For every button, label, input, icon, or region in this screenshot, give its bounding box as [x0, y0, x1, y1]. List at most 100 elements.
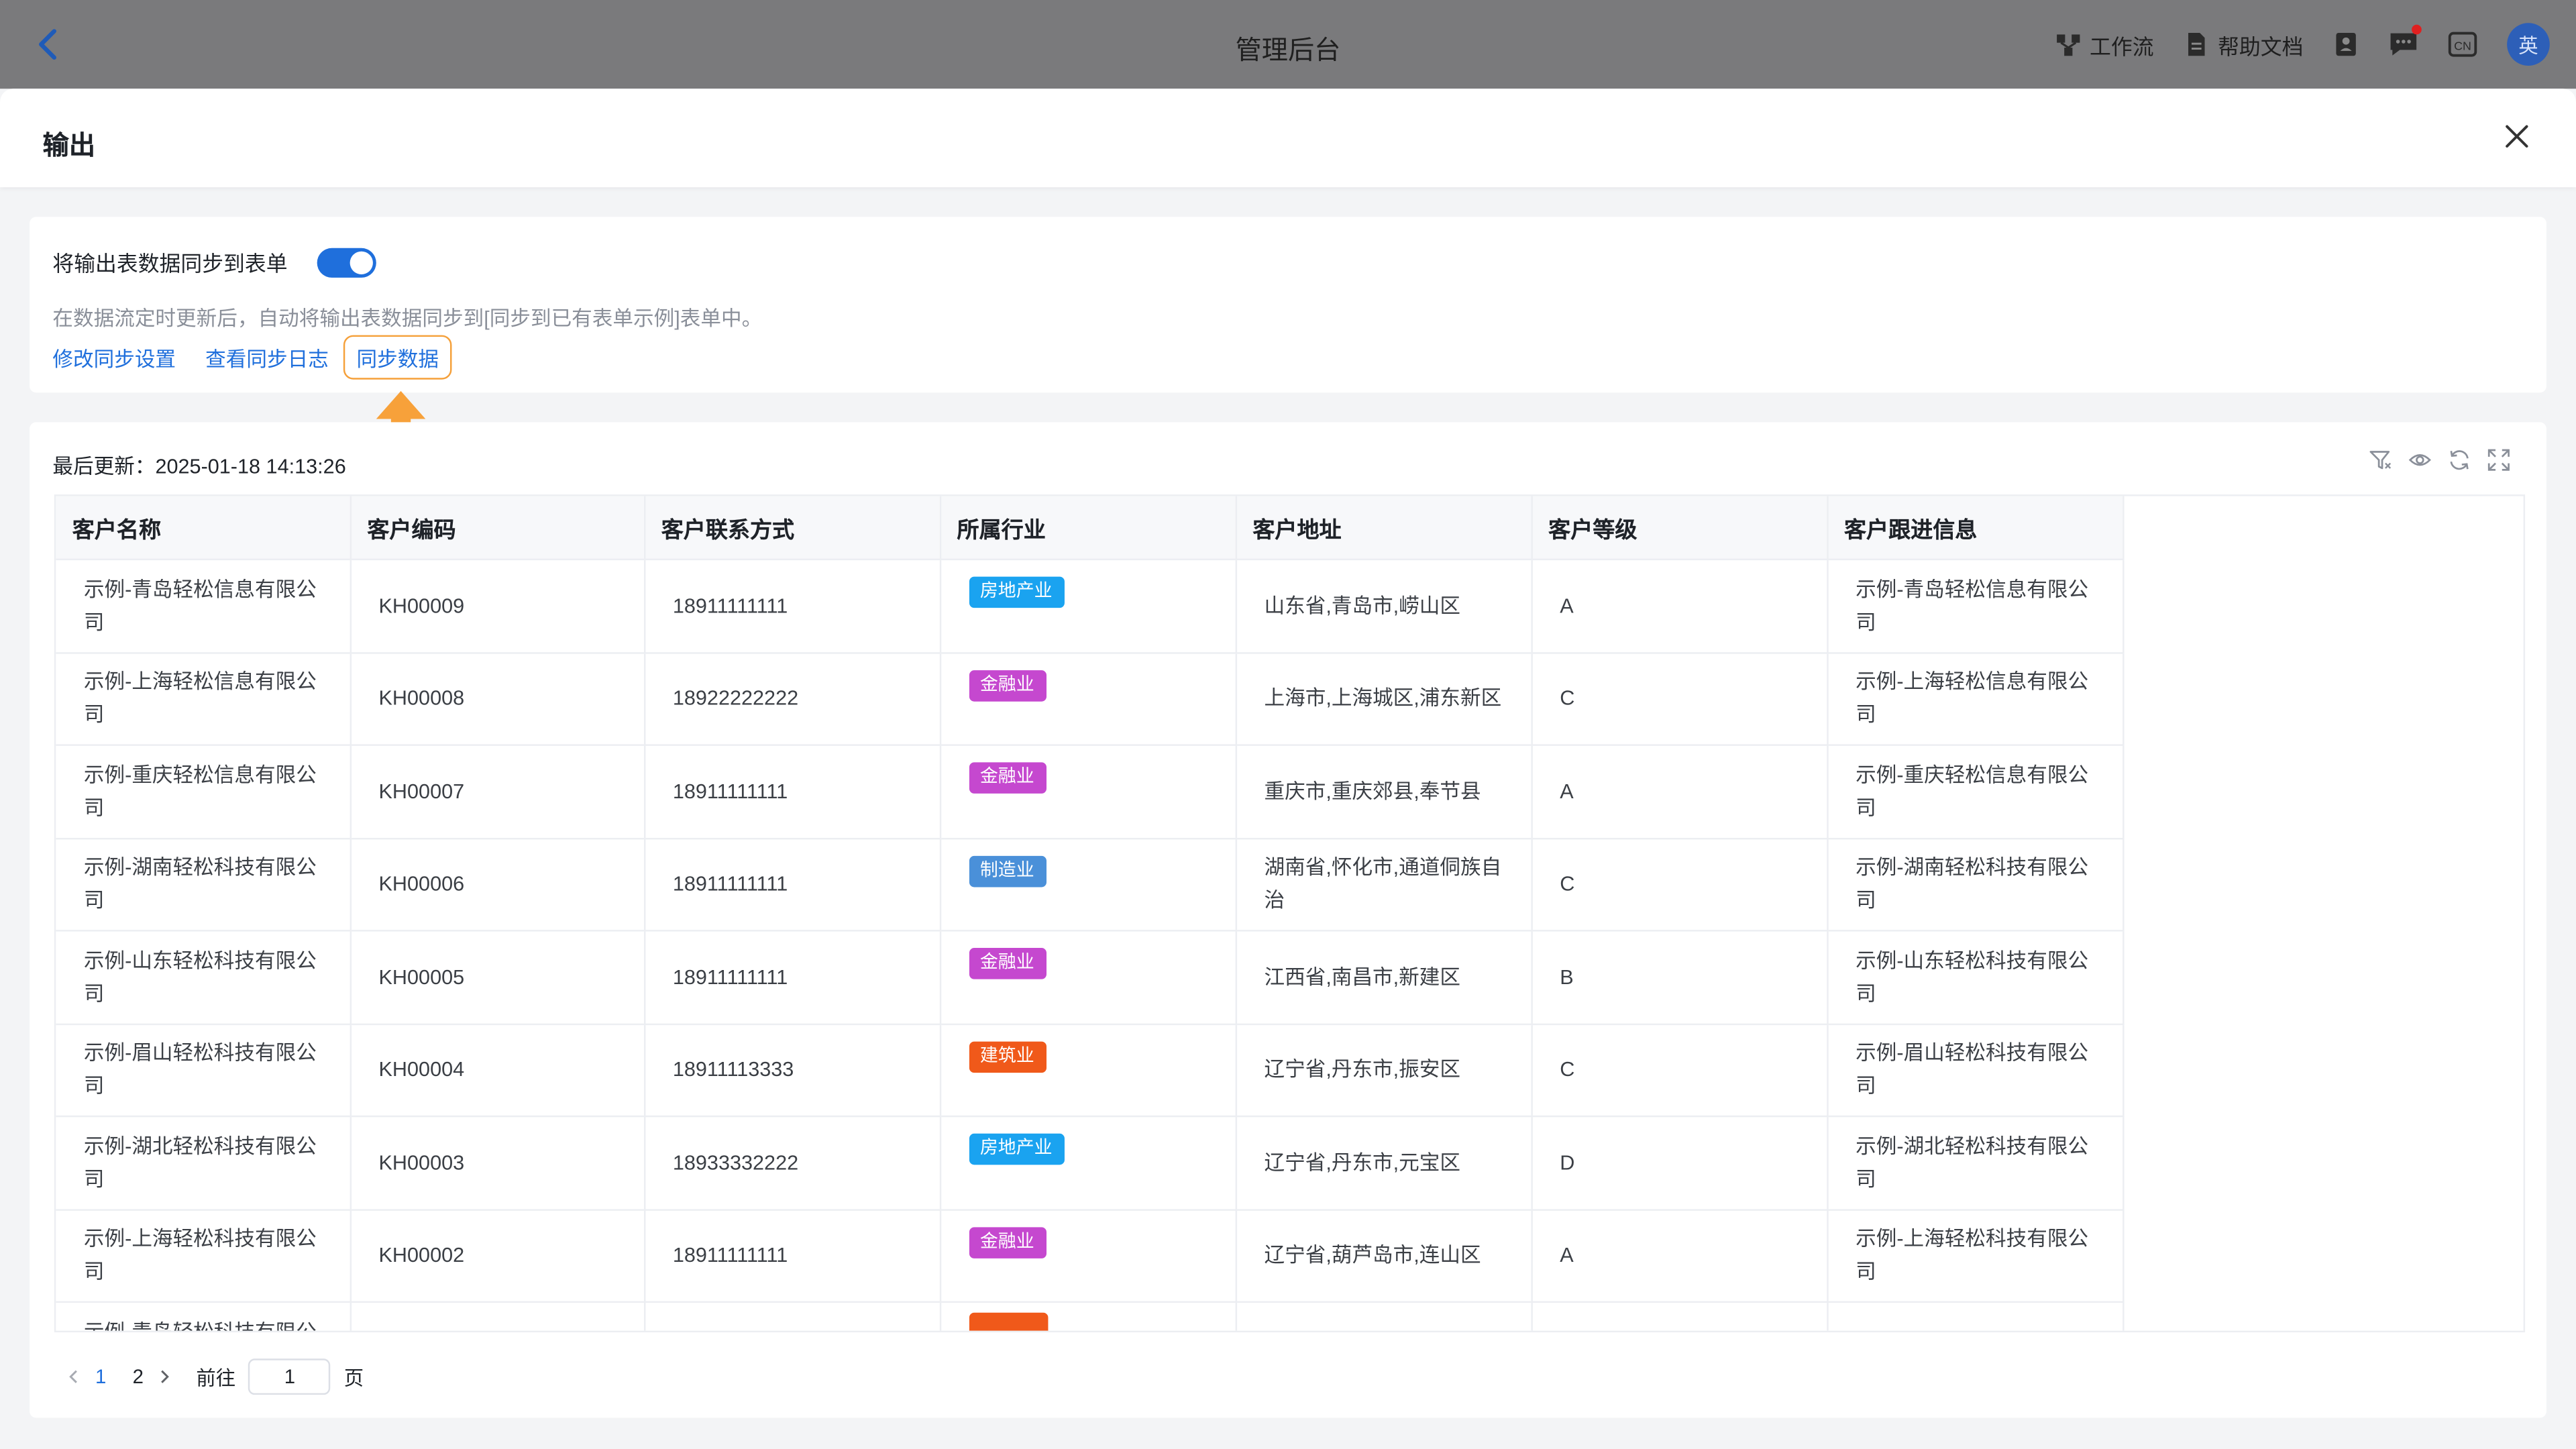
- view-sync-log-link[interactable]: 查看同步日志: [205, 341, 329, 373]
- table-row[interactable]: 示例-湖北轻松科技有限公司 KH00003 18933332222 房地产业 辽宁省,丹…: [56, 1116, 2124, 1210]
- goto-page-input[interactable]: [248, 1358, 331, 1395]
- cell-contact: 18922222222: [644, 652, 941, 746]
- industry-tag: 金融业: [968, 669, 1046, 702]
- prev-page-icon[interactable]: [66, 1368, 82, 1385]
- industry-tag: 建筑业: [968, 1041, 1046, 1073]
- cell-follow-up: 示例-青岛轻松信息有限公司: [1827, 559, 2124, 653]
- cell-level: D: [1531, 1116, 1828, 1210]
- close-icon[interactable]: [2504, 123, 2530, 150]
- cell-follow-up: 示例-上海轻松信息有限公司: [1827, 652, 2124, 746]
- language-icon[interactable]: CN: [2448, 30, 2477, 59]
- help-docs-link[interactable]: 帮助文档: [2184, 29, 2304, 60]
- column-header-level[interactable]: 客户等级: [1531, 496, 1828, 561]
- sync-actions: 修改同步设置 查看同步日志 同步数据: [52, 335, 452, 380]
- cell-level: A: [1531, 745, 1828, 839]
- app-header: 管理后台 工作流 帮助文档 CN 英: [0, 0, 2576, 89]
- table-toolbar: [2369, 449, 2510, 472]
- industry-tag: 制造业: [968, 855, 1046, 887]
- table-row[interactable]: 示例-湖南轻松科技有限公司 KH00006 18911111111 制造业 湖南省,怀化…: [56, 837, 2124, 932]
- cell-contact: 18911111111: [644, 837, 941, 932]
- cell-customer-code: KH00009: [350, 559, 645, 653]
- column-header-address[interactable]: 客户地址: [1235, 496, 1532, 561]
- industry-tag: 金融业: [968, 948, 1046, 980]
- table-row[interactable]: 示例-上海轻松科技有限公司 KH00002 18911111111 金融业 辽宁省,葫芦…: [56, 1209, 2124, 1303]
- cell-customer-code: KH00005: [350, 930, 645, 1024]
- sync-toggle-switch[interactable]: [317, 247, 376, 277]
- column-header-contact[interactable]: 客户联系方式: [644, 496, 941, 561]
- table-row[interactable]: 示例-眉山轻松科技有限公司 KH00004 18911113333 建筑业 辽宁省,丹东…: [56, 1023, 2124, 1118]
- cell-contact: [644, 1301, 941, 1331]
- page: 管理后台 工作流 帮助文档 CN 英 输出 将输出表数据同步到表单 在数据流定时…: [0, 0, 2576, 1449]
- fullscreen-icon[interactable]: [2487, 449, 2510, 472]
- last-update-value: 2025-01-18 14:13:26: [155, 455, 346, 478]
- sync-data-link[interactable]: 同步数据: [343, 335, 452, 380]
- table-row[interactable]: 示例-青岛轻松科技有限公司: [56, 1301, 2124, 1331]
- cell-industry: 金融业: [939, 745, 1236, 839]
- cell-customer-name: 示例-上海轻松科技有限公司: [56, 1209, 351, 1303]
- industry-tag: 金融业: [968, 762, 1046, 794]
- cell-customer-code: KH00003: [350, 1116, 645, 1210]
- filter-icon[interactable]: [2369, 449, 2392, 472]
- cell-follow-up: 示例-重庆轻松信息有限公司: [1827, 745, 2124, 839]
- cell-level: [1531, 1301, 1828, 1331]
- refresh-icon[interactable]: [2448, 449, 2471, 472]
- workflow-label: 工作流: [2090, 34, 2154, 58]
- goto-label: 前往: [196, 1366, 236, 1389]
- industry-tag: 金融业: [968, 1226, 1046, 1258]
- column-header-industry[interactable]: 所属行业: [939, 496, 1236, 561]
- column-header-customer-name[interactable]: 客户名称: [56, 496, 351, 561]
- industry-tag: [968, 1313, 1048, 1331]
- user-avatar[interactable]: 英: [2507, 23, 2550, 66]
- modal-title: 输出: [42, 133, 96, 161]
- cell-customer-name: 示例-重庆轻松信息有限公司: [56, 745, 351, 839]
- page-number-1[interactable]: 1: [95, 1365, 106, 1388]
- cell-contact: 18911111111: [644, 559, 941, 653]
- cell-industry: 房地产业: [939, 1116, 1236, 1210]
- industry-tag: 房地产业: [968, 1134, 1064, 1165]
- cell-industry: 金融业: [939, 652, 1236, 746]
- next-page-icon[interactable]: [157, 1368, 173, 1385]
- cell-contact: 18911111111: [644, 930, 941, 1024]
- cell-level: A: [1531, 1209, 1828, 1303]
- workflow-link[interactable]: 工作流: [2055, 29, 2154, 60]
- cell-customer-code: KH00008: [350, 652, 645, 746]
- cell-address: 辽宁省,丹东市,元宝区: [1235, 1116, 1532, 1210]
- cell-contact: 18933332222: [644, 1116, 941, 1210]
- column-header-customer-code[interactable]: 客户编码: [350, 496, 645, 561]
- sync-description: 在数据流定时更新后，自动将输出表数据同步到[同步到已有表单示例]表单中。: [52, 307, 763, 331]
- table-row[interactable]: 示例-重庆轻松信息有限公司 KH00007 18911111111 金融业 重庆市,重庆…: [56, 745, 2124, 839]
- help-docs-label: 帮助文档: [2218, 34, 2304, 58]
- cell-address: 重庆市,重庆郊县,奉节县: [1235, 745, 1532, 839]
- edit-sync-settings-link[interactable]: 修改同步设置: [52, 341, 176, 373]
- table-row[interactable]: 示例-青岛轻松信息有限公司 KH00009 18911111111 房地产业 山东省,青…: [56, 559, 2124, 653]
- cell-contact: 18911113333: [644, 1023, 941, 1118]
- toggle-knob: [350, 250, 373, 274]
- workflow-icon: [2057, 34, 2080, 56]
- messages-button[interactable]: [2389, 24, 2422, 59]
- page-number-2[interactable]: 2: [133, 1365, 144, 1388]
- last-update-label: 最后更新：: [52, 455, 156, 478]
- cell-customer-name: 示例-上海轻松信息有限公司: [56, 652, 351, 746]
- cell-follow-up: 示例-上海轻松科技有限公司: [1827, 1209, 2124, 1303]
- cell-address: [1235, 1301, 1532, 1331]
- table-container[interactable]: 客户名称 客户编码 客户联系方式 所属行业 客户地址 客户等级 客户跟进信息 示…: [54, 494, 2526, 1333]
- cell-contact: 18911111111: [644, 1209, 941, 1303]
- cell-customer-code: KH00006: [350, 837, 645, 932]
- contacts-icon[interactable]: [2333, 32, 2359, 58]
- cell-address: 辽宁省,葫芦岛市,连山区: [1235, 1209, 1532, 1303]
- industry-tag: 房地产业: [968, 577, 1064, 608]
- table-row[interactable]: 示例-山东轻松科技有限公司 KH00005 18911111111 金融业 江西省,南昌…: [56, 930, 2124, 1024]
- table-row[interactable]: 示例-上海轻松信息有限公司 KH00008 18922222222 金融业 上海市,上海…: [56, 652, 2124, 746]
- last-update: 最后更新：2025-01-18 14:13:26: [52, 449, 345, 480]
- cell-level: A: [1531, 559, 1828, 653]
- table-body: 示例-青岛轻松信息有限公司 KH00009 18911111111 房地产业 山东省,青…: [56, 559, 2124, 1331]
- cell-address: 上海市,上海城区,浦东新区: [1235, 652, 1532, 746]
- cell-industry: 房地产业: [939, 559, 1236, 653]
- cell-follow-up: 示例-山东轻松科技有限公司: [1827, 930, 2124, 1024]
- cell-industry: 金融业: [939, 1209, 1236, 1303]
- header-actions: 工作流 帮助文档 CN 英: [2055, 23, 2550, 66]
- eye-icon[interactable]: [2408, 449, 2431, 472]
- column-header-follow-up[interactable]: 客户跟进信息: [1827, 496, 2124, 561]
- cell-industry: 制造业: [939, 837, 1236, 932]
- cell-industry: 金融业: [939, 930, 1236, 1024]
